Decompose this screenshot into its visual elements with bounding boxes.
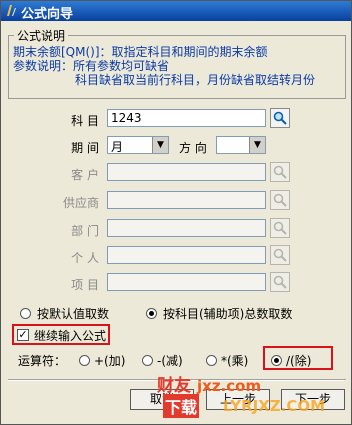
description-line-3: 科目缺省取当前行科目，月份缺省取结转月份	[75, 73, 316, 87]
account-lookup-button[interactable]	[270, 108, 290, 128]
operator-subtract-radio[interactable]	[142, 355, 153, 366]
supplier-lookup-button[interactable]	[270, 190, 290, 210]
search-icon	[273, 165, 287, 179]
operator-subtract-label: -(减)	[157, 354, 183, 368]
operator-multiply-label: *(乘)	[221, 354, 249, 368]
operator-add-radio[interactable]	[79, 355, 90, 366]
customer-input[interactable]	[107, 163, 266, 181]
watermark-site-2: LYRJXZ.COM	[223, 397, 326, 415]
search-icon	[273, 275, 287, 289]
direction-label: 方 向	[179, 141, 207, 155]
default-value-label: 按默认值取数	[37, 307, 110, 321]
supplier-label: 供应商	[62, 196, 99, 210]
search-icon	[273, 248, 287, 262]
continue-input-label: 继续输入公式	[34, 329, 107, 343]
account-aux-label: 按科目(辅助项)总数取数	[163, 307, 293, 321]
person-lookup-button[interactable]	[270, 245, 290, 265]
department-input[interactable]	[107, 219, 266, 237]
account-input[interactable]: 1243	[107, 109, 266, 127]
title-bar[interactable]: 公式向导	[1, 1, 351, 22]
formula-wizard-dialog: 公式向导 公式说明 期末余额[QM()]：取指定科目和期间的期末余额 参数说明：…	[0, 0, 352, 425]
description-group-title: 公式说明	[14, 27, 69, 44]
chevron-down-icon: ▼	[249, 137, 265, 153]
department-lookup-button[interactable]	[270, 218, 290, 238]
account-label: 科 目	[71, 114, 99, 128]
operator-divide-radio[interactable]	[271, 355, 282, 366]
department-label: 部 门	[71, 224, 99, 238]
operator-multiply-radio[interactable]	[206, 355, 217, 366]
app-icon	[7, 5, 16, 16]
search-icon	[273, 221, 287, 235]
account-aux-radio[interactable]	[146, 308, 157, 319]
search-icon	[273, 193, 287, 207]
supplier-input[interactable]	[107, 191, 266, 209]
watermark-logo-b: 下载	[163, 394, 200, 418]
customer-label: 客 户	[71, 168, 99, 182]
period-label: 期 间	[71, 141, 99, 155]
watermark-site: jxz.com	[197, 377, 262, 395]
project-label: 项 目	[71, 278, 99, 292]
chevron-down-icon: ▼	[152, 137, 168, 153]
project-lookup-button[interactable]	[270, 272, 290, 292]
person-input[interactable]	[107, 246, 266, 264]
default-value-radio[interactable]	[20, 308, 31, 319]
operator-add-label: +(加)	[94, 354, 126, 368]
operator-label: 运算符：	[18, 354, 67, 368]
project-input[interactable]	[107, 273, 266, 291]
direction-select[interactable]: ▼	[216, 136, 266, 154]
customer-lookup-button[interactable]	[270, 162, 290, 182]
window-title: 公式向导	[21, 7, 74, 22]
watermark-logo-a: 财友	[157, 376, 191, 396]
continue-input-checkbox[interactable]: ✓	[17, 329, 29, 341]
operator-divide-label: /(除)	[286, 354, 312, 368]
period-value: 月	[111, 140, 124, 154]
search-icon	[273, 111, 287, 125]
period-select[interactable]: 月 ▼	[107, 136, 169, 154]
person-label: 个 人	[71, 251, 99, 265]
